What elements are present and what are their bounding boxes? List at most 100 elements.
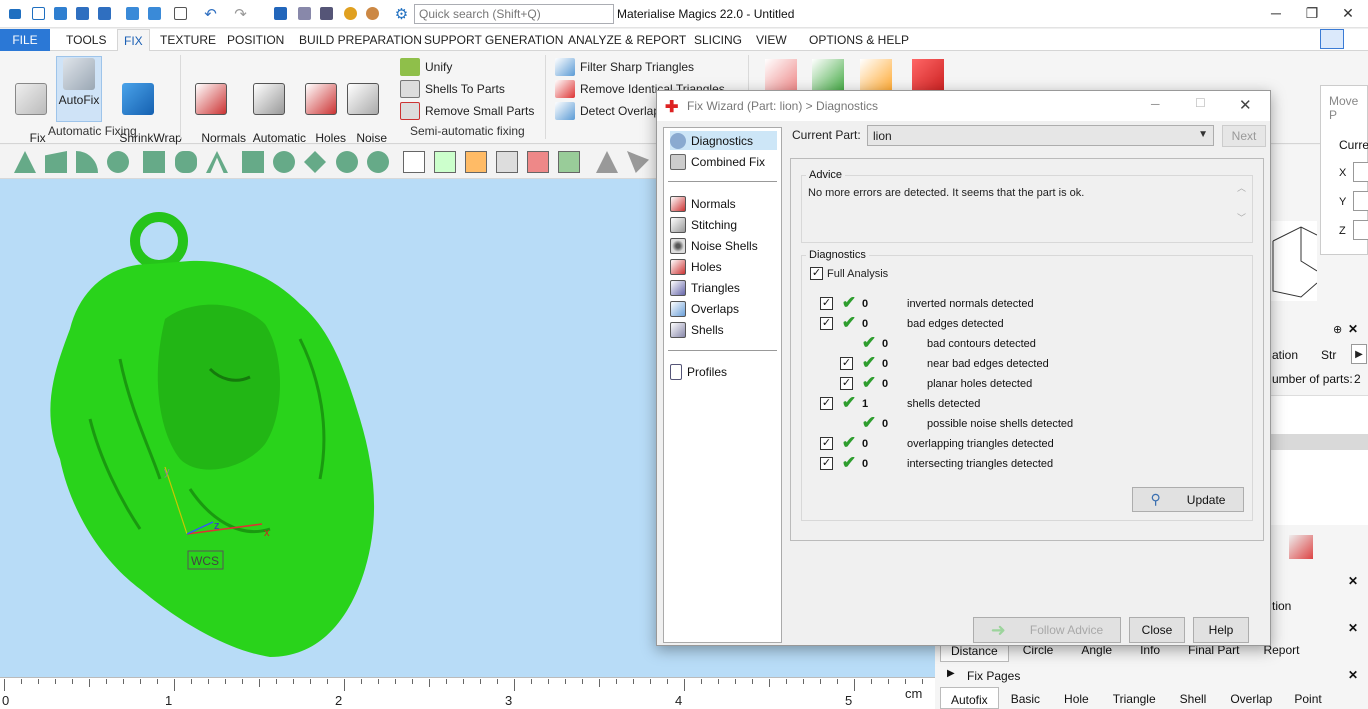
help-button[interactable]: Help: [1193, 617, 1249, 643]
tab-triangle[interactable]: Triangle: [1101, 687, 1168, 709]
view-cube-icon[interactable]: [272, 5, 289, 22]
fix-pages-expand-icon[interactable]: ▶: [947, 668, 955, 679]
close-button[interactable]: Close: [1129, 617, 1185, 643]
scroll-up-icon[interactable]: ︿: [1237, 181, 1246, 194]
tab-file[interactable]: FILE: [0, 29, 50, 51]
nav-shells[interactable]: Shells: [670, 320, 724, 339]
nav-overlaps[interactable]: Overlaps: [670, 299, 739, 318]
diagnostic-checkbox[interactable]: ✓: [840, 377, 853, 390]
tab-position[interactable]: POSITION: [227, 33, 284, 47]
panel-close-icon[interactable]: ✕: [1348, 668, 1358, 682]
tab-tools[interactable]: TOOLS: [66, 33, 106, 47]
invert-marking-icon[interactable]: [336, 151, 358, 173]
nav-profiles[interactable]: Profiles: [670, 362, 727, 381]
diagnostic-checkbox[interactable]: ✓: [820, 397, 833, 410]
triangle-tool-icon[interactable]: [765, 59, 797, 91]
follow-advice-button[interactable]: ➜ Follow Advice: [973, 617, 1121, 643]
tab-fix[interactable]: FIX: [117, 29, 150, 52]
shrink-marking-icon[interactable]: [273, 151, 295, 173]
next-button[interactable]: Next: [1222, 125, 1266, 147]
nav-diagnostics[interactable]: Diagnostics: [670, 131, 777, 150]
pointer-icon[interactable]: [596, 151, 618, 173]
tab-analyze-report[interactable]: ANALYZE & REPORT: [568, 33, 686, 47]
mesh-tool-icon[interactable]: [812, 59, 844, 91]
new-file-icon[interactable]: [30, 5, 47, 22]
minimize-button[interactable]: ─: [1256, 2, 1296, 24]
list-item[interactable]: [1271, 434, 1368, 450]
dialog-minimize-button[interactable]: ─: [1151, 97, 1160, 111]
update-button[interactable]: ⚲ Update: [1132, 487, 1244, 512]
mark-all-icon[interactable]: [304, 151, 326, 173]
settings-gear-icon[interactable]: ⚙: [393, 5, 410, 23]
undo-icon[interactable]: ↶: [202, 5, 219, 23]
mark-surface-icon[interactable]: [76, 151, 98, 173]
dialog-close-icon[interactable]: ✕: [1239, 96, 1252, 114]
zoom-icon[interactable]: [296, 5, 313, 22]
quick-search-input[interactable]: Quick search (Shift+Q): [414, 4, 614, 24]
part-tool-icon[interactable]: [1289, 535, 1313, 559]
export-icon[interactable]: [146, 5, 163, 22]
delete-triangle-icon[interactable]: [912, 59, 944, 91]
zoom-part-icon[interactable]: [318, 5, 335, 22]
mark-contour-icon[interactable]: [206, 151, 228, 173]
current-part-select[interactable]: lion ▼: [867, 125, 1214, 146]
nav-normals[interactable]: Normals: [670, 194, 736, 213]
redo-icon[interactable]: ↷: [232, 5, 249, 23]
tab-view[interactable]: VIEW: [756, 33, 787, 47]
dialog-title-bar[interactable]: ✚ Fix Wizard (Part: lion) > Diagnostics …: [657, 91, 1270, 121]
unmark-icon[interactable]: [367, 151, 389, 173]
panel-close-icon[interactable]: ✕: [1348, 322, 1358, 336]
delete-marked-icon[interactable]: [527, 151, 549, 173]
tab-autofix[interactable]: Autofix: [940, 687, 999, 709]
tab-basic[interactable]: Basic: [999, 687, 1052, 709]
detect-overlap-button[interactable]: Detect Overlap: [555, 102, 660, 120]
mark-part-icon[interactable]: [434, 151, 456, 173]
tab-texture[interactable]: TEXTURE: [160, 33, 216, 47]
shells-to-parts-button[interactable]: Shells To Parts: [400, 80, 505, 98]
coord-x-input[interactable]: [1353, 162, 1368, 182]
nav-combined-fix[interactable]: Combined Fix: [670, 152, 765, 171]
restore-button[interactable]: ❐: [1292, 2, 1332, 24]
unify-button[interactable]: Unify: [400, 58, 452, 76]
full-analysis-checkbox[interactable]: ✓ Full Analysis: [810, 267, 888, 280]
tab-slicing[interactable]: SLICING: [694, 33, 742, 47]
invert-selection-icon[interactable]: [558, 151, 580, 173]
save-as-icon[interactable]: [96, 5, 113, 22]
coord-z-input[interactable]: [1353, 220, 1368, 240]
layout-toggle-icon[interactable]: [1320, 29, 1344, 49]
diagnostic-checkbox[interactable]: ✓: [820, 457, 833, 470]
dialog-maximize-button[interactable]: ☐: [1195, 96, 1206, 110]
nav-triangles[interactable]: Triangles: [670, 278, 740, 297]
tab-build-preparation[interactable]: BUILD PREPARATION: [299, 33, 422, 47]
mark-brush-icon[interactable]: [175, 151, 197, 173]
open-file-icon[interactable]: [52, 5, 69, 22]
nav-holes[interactable]: Holes: [670, 257, 722, 276]
filter-sharp-triangles-button[interactable]: Filter Sharp Triangles: [555, 58, 694, 76]
tab-hole[interactable]: Hole: [1052, 687, 1101, 709]
panel-close-icon[interactable]: ✕: [1348, 621, 1358, 635]
delete-part-icon[interactable]: [172, 5, 189, 22]
part-view-icon[interactable]: [403, 151, 425, 173]
scroll-down-icon[interactable]: ﹀: [1237, 211, 1246, 224]
mark-triangle-icon[interactable]: [14, 151, 36, 173]
diagnostic-checkbox[interactable]: ✓: [840, 357, 853, 370]
structure-tab[interactable]: Str: [1321, 348, 1336, 362]
save-icon[interactable]: [74, 5, 91, 22]
pin-icon[interactable]: ⊕: [1333, 323, 1342, 336]
scroll-right-icon[interactable]: ▶: [1351, 344, 1367, 364]
unselect-part-icon[interactable]: [496, 151, 518, 173]
coord-y-input[interactable]: [1353, 191, 1368, 211]
tab-shell[interactable]: Shell: [1168, 687, 1219, 709]
select-icon[interactable]: [627, 151, 649, 173]
autofix-button[interactable]: AutoFix: [56, 56, 102, 122]
tab-overlap[interactable]: Overlap: [1218, 687, 1284, 709]
panel-close-icon[interactable]: ✕: [1348, 574, 1358, 588]
parts-list[interactable]: [1271, 395, 1368, 525]
diagnostic-checkbox[interactable]: ✓: [820, 437, 833, 450]
diagnostic-checkbox[interactable]: ✓: [820, 317, 833, 330]
mark-plane-icon[interactable]: [45, 151, 67, 173]
remove-small-parts-button[interactable]: Remove Small Parts: [400, 102, 534, 120]
magnifier-icon[interactable]: [342, 5, 359, 22]
import-icon[interactable]: [124, 5, 141, 22]
zoom-out-icon[interactable]: [364, 5, 381, 22]
